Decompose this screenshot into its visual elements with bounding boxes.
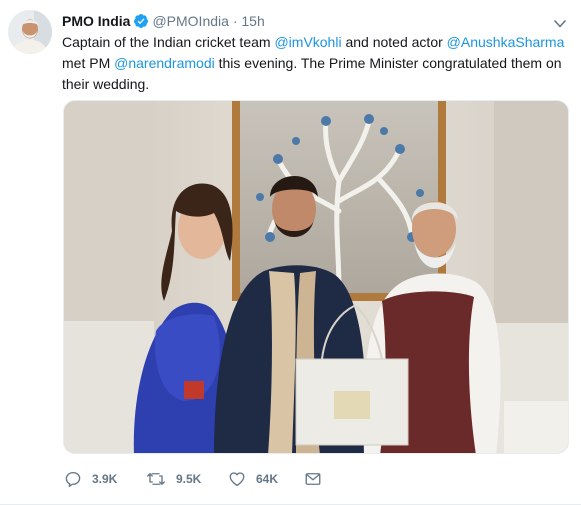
retweet-count: 9.5K	[176, 472, 202, 486]
mention-link[interactable]: @AnushkaSharma	[447, 34, 565, 50]
direct-message-button[interactable]	[304, 468, 322, 490]
retweet-button[interactable]: 9.5K	[146, 468, 201, 490]
author-handle[interactable]: @PMOIndia	[152, 13, 228, 29]
like-count: 64K	[256, 472, 279, 486]
reply-icon	[64, 470, 82, 488]
tweet-text: Captain of the Indian cricket team @imVk…	[62, 32, 572, 95]
tweet-header: PMO India @PMOIndia · 15h	[62, 11, 567, 31]
author-name[interactable]: PMO India	[62, 13, 130, 29]
tweet-photo[interactable]	[63, 100, 569, 454]
tweet-text-segment: Captain of the Indian cricket team	[62, 34, 275, 50]
envelope-icon	[304, 470, 322, 488]
header-separator: ·	[232, 13, 238, 29]
reply-count: 3.9K	[92, 472, 118, 486]
avatar-image	[8, 10, 52, 54]
tweet-timestamp[interactable]: 15h	[241, 13, 264, 29]
photo-image	[64, 101, 568, 453]
mention-link[interactable]: @narendramodi	[114, 55, 215, 71]
heart-icon	[228, 470, 246, 488]
retweet-icon	[146, 470, 166, 488]
chevron-down-icon[interactable]	[553, 15, 567, 28]
reply-button[interactable]: 3.9K	[64, 468, 117, 490]
verified-badge-icon	[133, 13, 149, 34]
tweet-card[interactable]: PMO India @PMOIndia · 15h Captain of the …	[0, 0, 581, 505]
like-button[interactable]: 64K	[228, 468, 278, 490]
tweet-text-segment: and noted actor	[341, 34, 447, 50]
author-avatar[interactable]	[8, 10, 52, 54]
mention-link[interactable]: @imVkohli	[274, 34, 341, 50]
tweet-text-segment: met PM	[62, 55, 115, 71]
